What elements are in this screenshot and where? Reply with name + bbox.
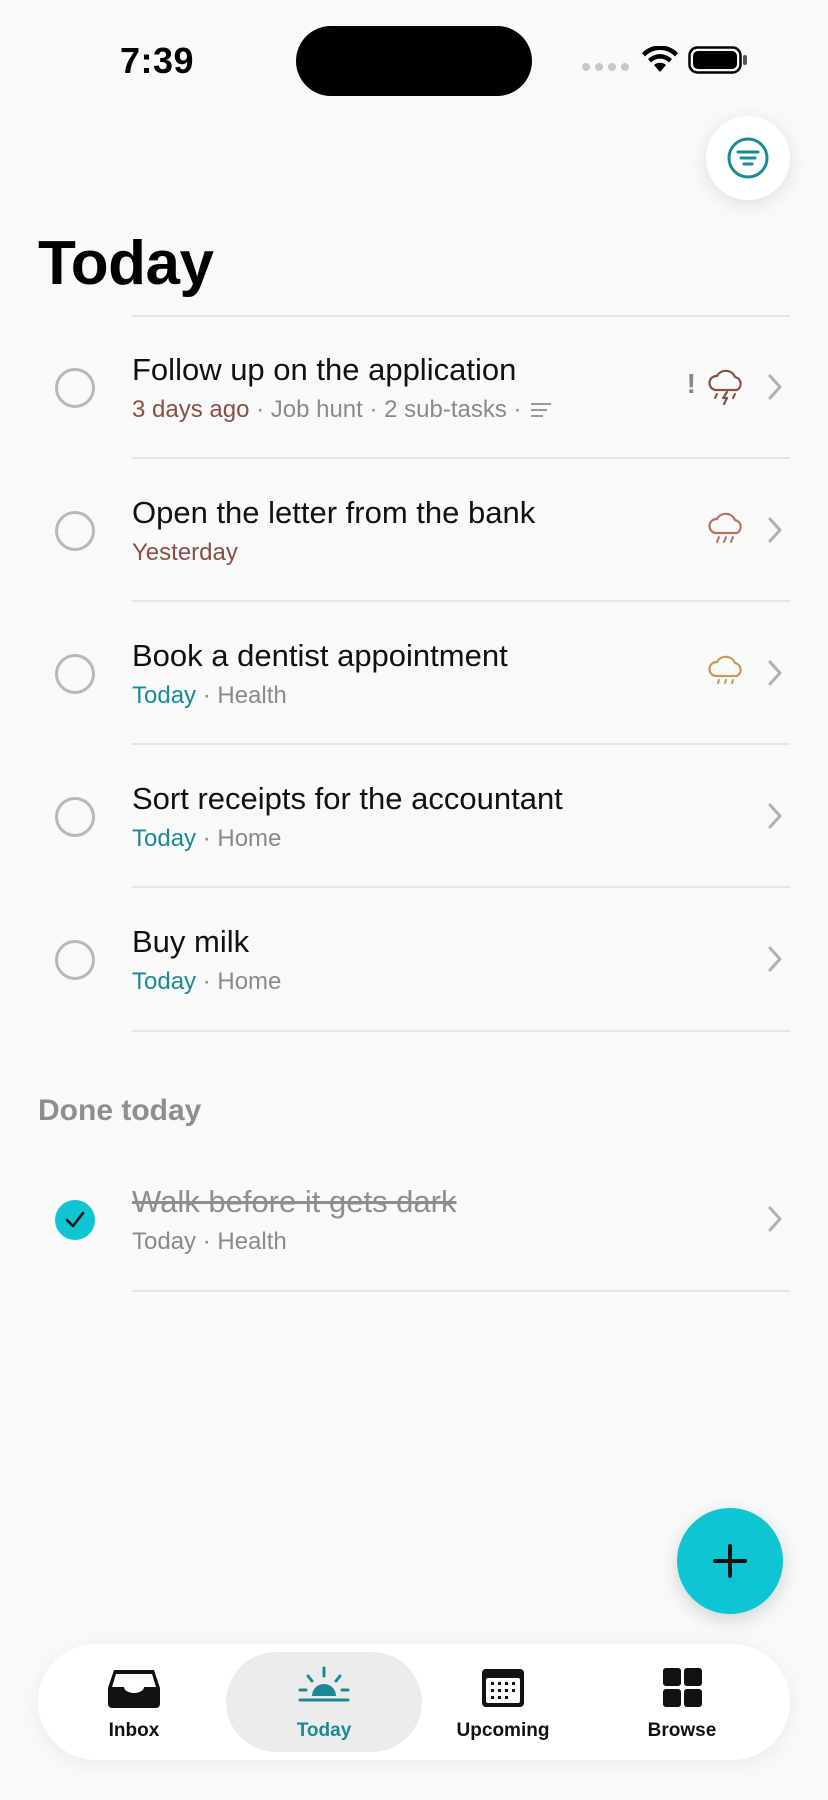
task-complete-checkbox[interactable]: [55, 368, 95, 408]
checkmark-icon: [65, 1211, 85, 1228]
plus-icon: [713, 1544, 747, 1578]
task-row[interactable]: Open the letter from the bank Yesterday: [0, 459, 828, 601]
task-subtasks: 2 sub-tasks: [384, 396, 507, 423]
task-meta: 3 days ago · Job hunt · 2 sub-tasks ·: [132, 396, 552, 424]
sunrise-icon: [298, 1666, 350, 1702]
cellular-signal-icon: [582, 63, 629, 71]
page-title: Today: [38, 229, 214, 298]
task-due-date: Yesterday: [132, 539, 238, 566]
chevron-right-icon: [768, 1206, 782, 1232]
task-row[interactable]: Book a dentist appointment Today · Healt…: [0, 602, 828, 744]
divider: [132, 1290, 790, 1292]
tab-bar: Inbox Today Upcoming Browse: [38, 1644, 790, 1760]
task-title: Sort receipts for the accountant: [132, 781, 563, 816]
tab-browse[interactable]: Browse: [592, 1644, 772, 1760]
task-row[interactable]: Buy milk Today · Home: [0, 888, 828, 1030]
task-project: Health: [217, 682, 287, 709]
calendar-icon: [482, 1669, 524, 1707]
tab-label: Upcoming: [456, 1720, 550, 1741]
task-due-date: 3 days ago: [132, 396, 250, 423]
task-title: Walk before it gets dark: [132, 1184, 457, 1219]
task-meta: Today · Home: [132, 968, 282, 995]
dynamic-island: [296, 26, 532, 96]
task-complete-checkbox[interactable]: [55, 654, 95, 694]
tab-label: Inbox: [108, 1720, 160, 1741]
task-meta: Today · Health: [132, 1228, 287, 1255]
task-project: Job hunt: [270, 396, 363, 423]
wifi-icon: [642, 46, 678, 72]
priority-flag: !: [686, 368, 696, 399]
status-time: 7:39: [120, 40, 195, 81]
task-project: Home: [217, 825, 282, 852]
chevron-right-icon: [768, 517, 782, 543]
tab-upcoming[interactable]: Upcoming: [413, 1644, 593, 1760]
task-complete-checkbox[interactable]: [55, 511, 95, 551]
rain-icon: [708, 512, 742, 543]
task-project: Health: [217, 1228, 287, 1255]
task-title: Open the letter from the bank: [132, 495, 536, 530]
task-meta: Today · Health: [132, 682, 287, 709]
tab-today[interactable]: Today: [234, 1644, 414, 1760]
task-complete-checkbox[interactable]: [55, 797, 95, 837]
done-task-row[interactable]: Walk before it gets dark Today · Health: [0, 1148, 828, 1290]
tab-inbox[interactable]: Inbox: [44, 1644, 224, 1760]
battery-icon: [688, 46, 747, 74]
filter-icon: [727, 137, 769, 179]
task-due-date: Today: [132, 825, 197, 852]
chevron-right-icon: [768, 660, 782, 686]
task-title: Book a dentist appointment: [132, 638, 508, 673]
task-due-date: Today: [132, 682, 197, 709]
task-meta: Yesterday: [132, 539, 238, 567]
task-due-date: Today: [132, 1228, 197, 1255]
notes-icon: [531, 403, 552, 417]
task-title: Follow up on the application: [132, 352, 517, 387]
grid-icon: [663, 1668, 702, 1707]
task-row[interactable]: Sort receipts for the accountant Today ·…: [0, 745, 828, 887]
thunderstorm-icon: [708, 369, 742, 406]
divider: [132, 1030, 790, 1032]
add-task-button[interactable]: [677, 1508, 783, 1614]
inbox-icon: [108, 1670, 160, 1708]
task-project: Home: [217, 968, 282, 995]
task-title: Buy milk: [132, 924, 250, 959]
task-completed-checkbox[interactable]: [55, 1200, 95, 1240]
status-icons: [582, 44, 752, 76]
tab-label: Today: [296, 1720, 352, 1741]
task-due-date: Today: [132, 968, 197, 995]
chevron-right-icon: [768, 374, 782, 400]
status-bar: 7:39: [0, 0, 828, 110]
task-meta: Today · Home: [132, 825, 282, 852]
chevron-right-icon: [768, 803, 782, 829]
task-complete-checkbox[interactable]: [55, 940, 95, 980]
tab-label: Browse: [647, 1720, 717, 1741]
chevron-right-icon: [768, 946, 782, 972]
section-header-done: Done today: [38, 1094, 202, 1127]
light-rain-icon: [708, 655, 742, 684]
task-row[interactable]: Follow up on the application 3 days ago …: [0, 316, 828, 458]
filter-button[interactable]: [706, 116, 790, 200]
